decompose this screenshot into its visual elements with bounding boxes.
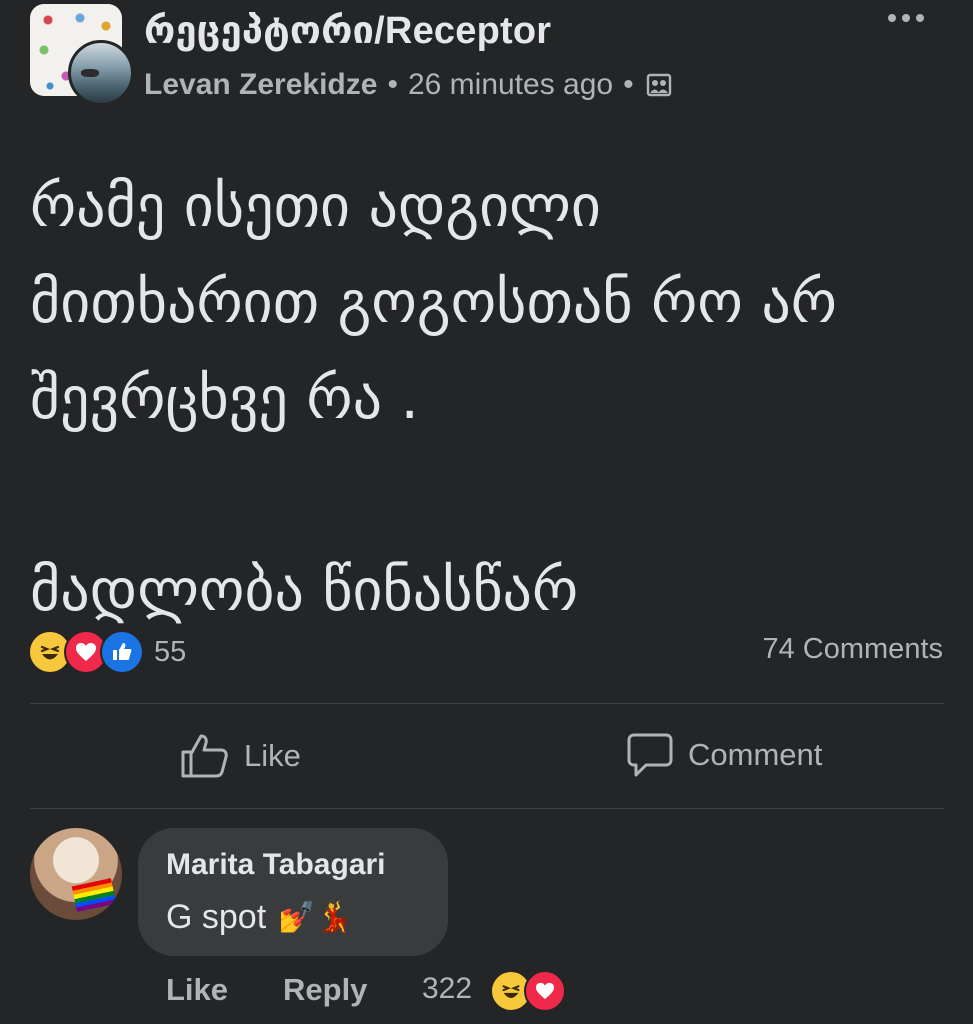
group-members-icon [646,72,672,98]
post-text: რამე ისეთი ადგილი მითხარით გოგოსთან რო ა… [30,158,950,638]
post-line: მითხარით გოგოსთან რო არ [30,268,837,336]
comment-reaction-count: 322 [422,972,473,1005]
reactions-summary[interactable]: 55 [28,630,186,674]
comment-button[interactable]: Comment [626,732,822,778]
love-reaction-icon [524,970,566,1012]
more-options-icon[interactable] [888,8,932,28]
like-button[interactable]: Like [180,732,301,780]
comment-like-button[interactable]: Like [166,972,228,1008]
author-avatar[interactable] [68,40,134,106]
divider [30,703,944,704]
meta-separator: • [623,68,634,101]
post-line: რამე ისეთი ადგილი [30,172,601,240]
comment-text: G spot 💅💃 [166,898,353,937]
divider [30,808,944,809]
comment-body: G spot [166,898,267,936]
post-line: მადლობა წინასწარ [30,556,579,624]
post-meta: Levan Zerekidze • 26 minutes ago • [144,68,672,102]
group-name[interactable]: რეცეპტორი/Receptor [144,8,551,53]
comment-label: Comment [688,737,823,772]
comment-emoji: 💅💃 [278,900,353,935]
reaction-count: 55 [154,635,187,668]
author-name[interactable]: Levan Zerekidze [144,68,377,102]
comment-reactions[interactable] [490,970,566,1012]
comment-reply-button[interactable]: Reply [283,972,367,1008]
commenter-avatar[interactable] [30,828,122,920]
post-time[interactable]: 26 minutes ago [408,68,613,102]
comments-count[interactable]: 74 Comments [762,633,943,666]
comment-bubble-icon [627,733,673,777]
like-reaction-icon [100,630,144,674]
thumbs-up-icon [181,734,228,778]
post-line: შევრცხვე რა . [30,364,419,432]
like-label: Like [244,738,301,773]
commenter-name[interactable]: Marita Tabagari [166,848,386,882]
meta-separator: • [387,68,398,101]
